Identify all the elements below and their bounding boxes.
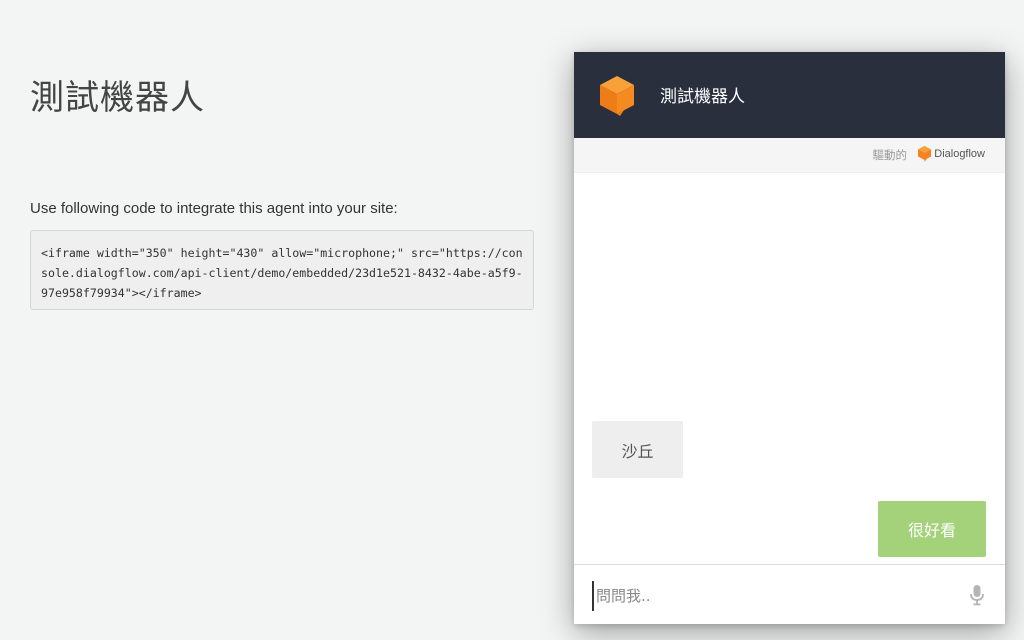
user-message-bubble: 很好看 [878, 501, 986, 557]
powered-by-label: 驅動的 [872, 148, 908, 162]
powered-by-bar: 驅動的 Dialogflow [574, 138, 1005, 173]
chat-widget: 測試機器人 驅動的 Dialogflow 沙丘 很好看 [574, 52, 1005, 624]
agent-name: 測試機器人 [660, 87, 745, 107]
chat-input-bar [574, 564, 1005, 624]
chat-input[interactable] [592, 581, 958, 611]
bot-message-bubble: 沙丘 [592, 421, 683, 478]
dialogflow-brand-name: Dialogflow [934, 148, 985, 160]
chat-messages: 沙丘 很好看 [574, 173, 1005, 565]
orange-cube-icon [600, 76, 634, 116]
dialogflow-brand[interactable]: Dialogflow [918, 146, 985, 162]
integrate-instructions: Use following code to integrate this age… [30, 200, 398, 217]
microphone-icon[interactable] [969, 584, 985, 606]
dialogflow-icon [918, 146, 932, 162]
chat-header: 測試機器人 [574, 52, 1005, 138]
page-title: 測試機器人 [30, 78, 205, 118]
embed-code-block[interactable]: <iframe width="350" height="430" allow="… [30, 230, 534, 310]
